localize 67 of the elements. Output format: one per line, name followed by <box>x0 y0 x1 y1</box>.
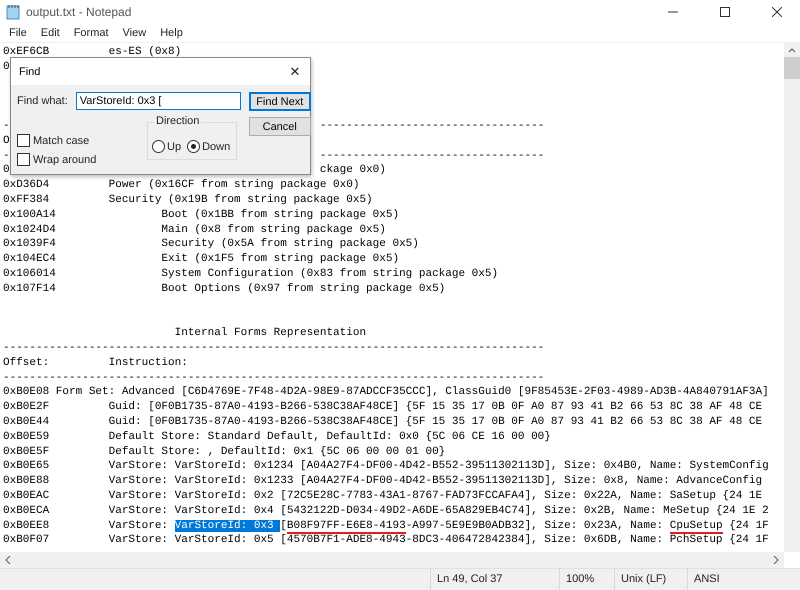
field-label: Find what: <box>17 95 68 107</box>
text-line: 0xB0E65 VarStore: VarStoreId: 0x1234 [A04A27F4-DF00-4D42-B552-39511302113D], Size: 0x4B0, Name: SystemConfig <box>3 459 769 474</box>
maximize-icon <box>720 7 730 17</box>
text-line: 0xB0E08 Form Set: Advanced [C6D4769E-7F48-4D2A-98E9-87ADCCF35CCC], ClassGuid0 [9F85453E-2F03-4989-AD3B-4A840791AF3A] <box>3 385 769 400</box>
text-line: 0x1039F4 Security (0x5A from string package 0x5) <box>3 237 419 252</box>
radio-button[interactable]: Up <box>152 140 182 153</box>
status-text: Unix (LF) <box>614 569 687 590</box>
text-line: {24 1F <box>728 520 769 532</box>
menu-item[interactable]: Edit <box>34 24 67 42</box>
text-line: 0xEF6CB es-ES (0x8) <box>3 45 182 60</box>
text-line: ---------------------------------------------------------------------------------- <box>3 370 544 386</box>
text-line: 0xB0E44 Guid: [0F0B1735-87A0-4193-B266-538C38AF48CE] {5F 15 35 17 0B 0F A0 87 93 41 B2 66 53 8C 38 AF 48 CE <box>3 414 762 430</box>
text-line: Internal Forms Representation <box>174 326 366 341</box>
find-next-button[interactable]: Find Next <box>248 92 311 111</box>
menu-item[interactable]: Format <box>66 24 116 42</box>
text-line: [ <box>280 520 287 532</box>
horizontal-scrollbar[interactable] <box>0 552 784 568</box>
text-line: 0x104EC4 Exit (0x1F5 from string package 0x5) <box>3 252 400 267</box>
menu-item[interactable]: View <box>116 24 154 42</box>
text-line: 0xB0EAC VarStore: VarStoreId: 0x2 [72C5E28C-7783-43A1-8767-FAD73FCCAFA4], Size: 0x22A, Name: SaSetup {24 1E <box>3 488 762 504</box>
checkbox[interactable]: Match case <box>17 134 147 147</box>
text-line: 0xB0E59 Default Store: Standard Default, DefaultId: 0x0 {5C 06 CE 16 00 00} <box>3 430 551 445</box>
dialog-title: Find <box>19 66 42 78</box>
text-line: - <box>3 118 10 134</box>
text-line: ---------------------------------- <box>320 118 544 134</box>
status-text: Ln 49, Col 37 <box>430 569 559 590</box>
text-line: 0xB0E2F Guid: [0F0B1735-87A0-4193-B266-538C38AF48CE] {5F 15 35 17 0B 0F A0 87 93 41 B2 66 53 8C 38 AF 48 CE <box>3 400 762 415</box>
caret-right-icon[interactable] <box>772 555 780 565</box>
text-line: 0x106014 System Configuration (0x83 from string package 0x5) <box>3 266 498 282</box>
radio-button[interactable]: Down <box>187 140 230 153</box>
text-line: 0xB0ECA VarStore: VarStoreId: 0x4 [5432122D-D034-49D2-A6DE-65A829EB4C74], Size: 0x2B, Name: MeSetup {24 1E 2 <box>3 504 769 518</box>
text-line: 0xD36D4 Power (0x16CF from string package 0x0) <box>3 178 360 193</box>
notepad-icon <box>6 4 20 20</box>
find-field[interactable]: VarStoreId: 0x3 [ <box>76 92 241 110</box>
text-line: 0x107F14 Boot Options (0x97 from string package 0x5) <box>3 282 446 297</box>
text-line: ---------------------------------- <box>320 148 544 164</box>
text-line: Offset: Instruction: <box>3 356 188 371</box>
underlined-text: CpuSetup <box>670 520 723 534</box>
underlined-text: B08F97FF-E6E8-4193 <box>286 520 406 534</box>
caret-left-icon[interactable] <box>4 555 12 565</box>
text-line: 0xB0F07 VarStore: VarStoreId: 0x5 [4570B7F1-ADE8-4943-8DC3-406472842384], Size: 0x6DB, Name: PchSetup {24 1F <box>3 533 769 548</box>
text-line: 0xFF384 Security (0x19B from string package 0x5) <box>3 192 373 208</box>
text-line: 0 <box>3 163 10 178</box>
group-label: Direction <box>154 115 202 127</box>
close-icon <box>772 7 782 17</box>
menu-item[interactable]: Help <box>153 24 190 42</box>
text-line: ---------------------------------------------------------------------------------- <box>3 340 544 356</box>
text-line: 0xB0EE8 VarStore: <box>3 520 170 532</box>
text-line: 0x1024D4 Main (0x8 from string package 0x5) <box>3 222 386 238</box>
text-line: ckage 0x0) <box>320 163 386 178</box>
status-text: 100% <box>559 569 614 590</box>
text-line: 0xB0E5F Default Store: , DefaultId: 0x1 {5C 06 00 00 01 00} <box>3 444 446 460</box>
text-line: O <box>3 134 10 149</box>
checkbox[interactable]: Wrap around <box>17 153 147 166</box>
text-line: - <box>3 148 10 164</box>
status-text: ANSI <box>687 569 780 590</box>
scrollbar-thumb[interactable] <box>784 57 800 79</box>
text-line: 0xB0E88 VarStore: VarStoreId: 0x1233 [A04A27F4-DF00-4D42-B552-39511302113D], Size: 0x8, Name: AdvanceConfig <box>3 474 762 489</box>
vertical-scrollbar[interactable] <box>784 43 800 552</box>
text-line: -A997-5E9E9B0ADB32], Size: 0x23A, Name: <box>406 520 664 532</box>
text-line: 0 <box>3 60 10 75</box>
window-title: output.txt - Notepad <box>26 5 132 19</box>
menu-item[interactable]: File <box>2 24 34 42</box>
selected-text: VarStoreId: 0x3 <box>174 520 280 532</box>
cancel-button[interactable]: Cancel <box>248 117 311 136</box>
text-line: 0x100A14 Boot (0x1BB from string package 0x5) <box>3 208 400 223</box>
close-button[interactable]: ✕ <box>280 64 310 79</box>
